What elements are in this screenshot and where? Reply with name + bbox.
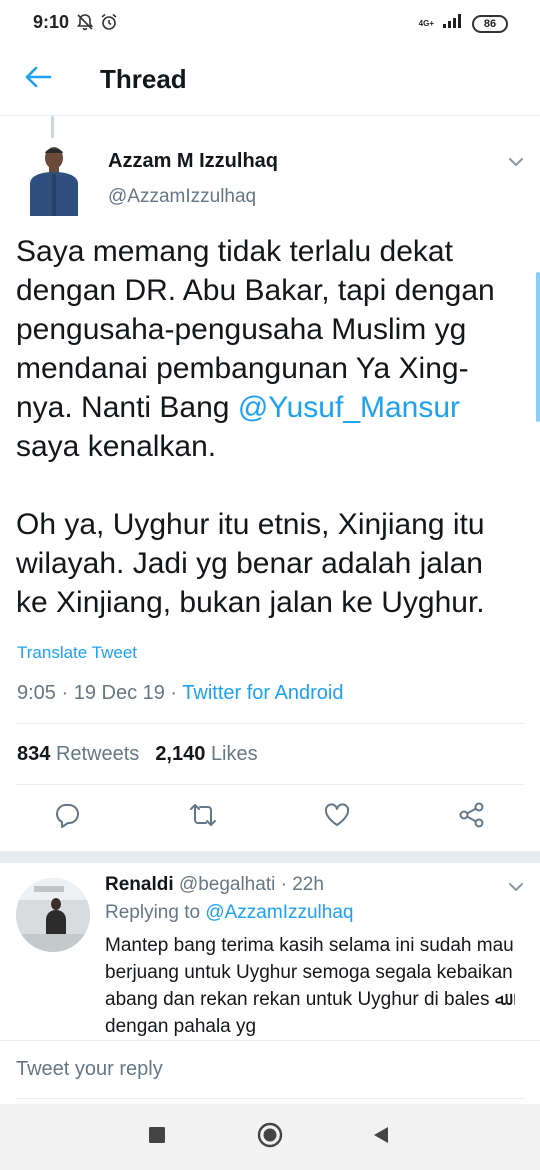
- reply-input[interactable]: [16, 1041, 524, 1099]
- home-circle-icon: [257, 1122, 283, 1153]
- retweet-icon: [188, 801, 218, 834]
- thread-connector-line: [51, 116, 54, 138]
- tweet-metadata: 9:05 · 19 Dec 19 · Twitter for Android: [17, 682, 343, 705]
- mention-link[interactable]: @Yusuf_Mansur: [238, 391, 460, 424]
- author-name[interactable]: Azzam M Izzulhaq: [108, 150, 278, 173]
- status-bar: 9:10 4G+ 86: [0, 0, 540, 44]
- reply-author-avatar[interactable]: [16, 878, 90, 952]
- author-handle[interactable]: @AzzamIzzulhaq: [108, 186, 256, 208]
- notifications-off-icon: [76, 13, 94, 36]
- like-button[interactable]: [322, 802, 352, 832]
- retweet-button[interactable]: [188, 802, 218, 832]
- share-button[interactable]: [457, 802, 487, 832]
- share-icon: [458, 801, 486, 834]
- divider: [16, 723, 524, 724]
- reply-options-button[interactable]: [505, 876, 527, 898]
- battery-indicator: 86: [472, 14, 508, 33]
- retweets-stat[interactable]: 834 Retweets: [17, 743, 139, 765]
- tweet-options-button[interactable]: [505, 151, 527, 173]
- recents-button[interactable]: [144, 1124, 170, 1150]
- status-time: 9:10: [33, 12, 70, 32]
- system-nav-bar: [0, 1104, 540, 1170]
- reply-author-name[interactable]: Renaldi: [105, 874, 174, 895]
- compose-bar: [0, 1040, 540, 1104]
- page-title: Thread: [100, 64, 187, 94]
- tweet-timestamp: 9:05 · 19 Dec 19 ·: [17, 682, 183, 704]
- reply-button[interactable]: [52, 802, 82, 832]
- back-nav-button[interactable]: [368, 1124, 394, 1150]
- engagement-stats: 834 Retweets 2,140 Likes: [17, 743, 258, 766]
- reply-header: Renaldi @begalhati · 22h: [105, 874, 324, 896]
- author-avatar[interactable]: [22, 140, 86, 216]
- likes-stat[interactable]: 2,140 Likes: [155, 743, 257, 765]
- arrow-left-icon: [24, 65, 52, 94]
- tweet-text: Saya memang tidak terlalu dekat dengan D…: [16, 232, 516, 622]
- tweet-paragraph-2: Oh ya, Uyghur itu etnis, Xinjiang itu wi…: [16, 508, 485, 619]
- top-app-bar: Thread: [0, 44, 540, 116]
- alarm-icon: [100, 13, 118, 36]
- section-separator: [0, 851, 540, 863]
- square-icon: [148, 1126, 166, 1149]
- scroll-indicator: [536, 272, 540, 422]
- back-button[interactable]: [18, 61, 58, 97]
- tweet-source-link[interactable]: Twitter for Android: [182, 682, 343, 704]
- reply-icon: [53, 801, 81, 834]
- translate-tweet-link[interactable]: Translate Tweet: [17, 643, 137, 663]
- chevron-down-icon: [505, 158, 527, 177]
- network-label: 4G+: [418, 18, 434, 28]
- triangle-back-icon: [371, 1125, 391, 1150]
- divider: [16, 784, 524, 785]
- replying-to-line: Replying to @AzzamIzzulhaq: [105, 902, 354, 923]
- heart-icon: [323, 801, 351, 834]
- signal-icon: [442, 13, 464, 34]
- tweet-paragraph-1: Saya memang tidak terlalu dekat dengan D…: [16, 235, 495, 463]
- reply-text: Mantep bang terima kasih selama ini suda…: [105, 935, 514, 1037]
- replying-to-link[interactable]: @AzzamIzzulhaq: [205, 902, 353, 923]
- reply-handle-time: @begalhati · 22h: [178, 874, 324, 895]
- home-button[interactable]: [257, 1122, 283, 1153]
- chevron-down-icon: [505, 883, 527, 902]
